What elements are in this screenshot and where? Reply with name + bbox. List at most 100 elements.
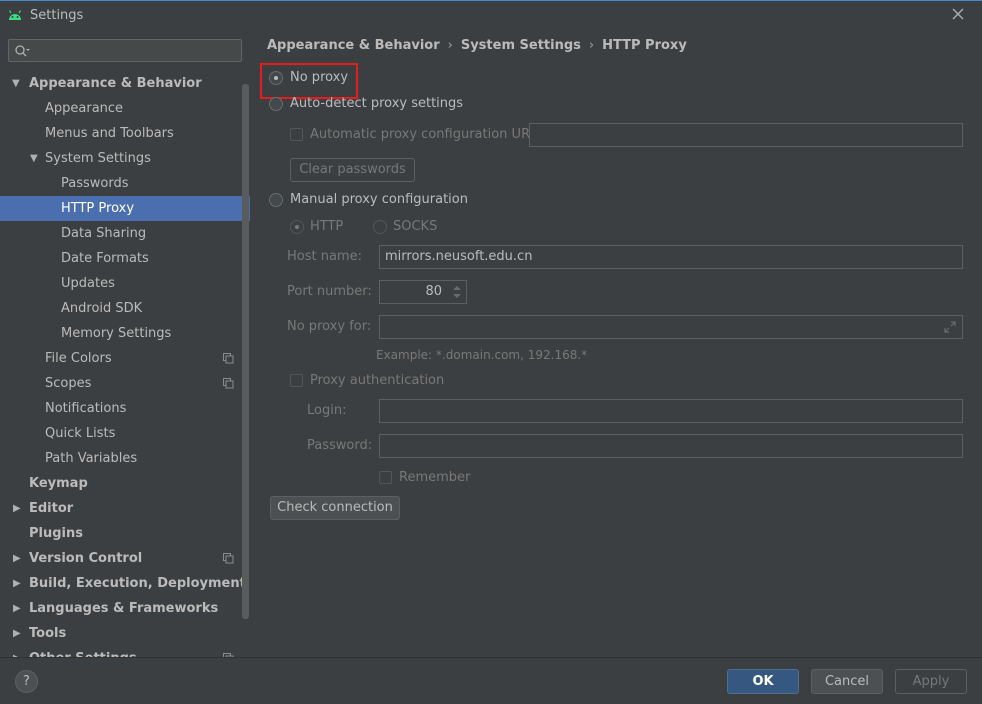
tree-item-system-settings[interactable]: ▼ System Settings bbox=[0, 146, 250, 171]
host-name-value: mirrors.neusoft.edu.cn bbox=[385, 249, 533, 264]
tree-item-label: Notifications bbox=[45, 401, 127, 416]
tree-item-file-colors[interactable]: File Colors bbox=[0, 346, 250, 371]
tree-item-label: Keymap bbox=[29, 476, 88, 491]
tree-item-scopes[interactable]: Scopes bbox=[0, 371, 250, 396]
password-field[interactable] bbox=[379, 434, 963, 458]
tree-item-appearance-behavior[interactable]: ▼ Appearance & Behavior bbox=[0, 71, 250, 96]
host-name-field[interactable]: mirrors.neusoft.edu.cn bbox=[379, 245, 963, 269]
tree-item-passwords[interactable]: Passwords bbox=[0, 171, 250, 196]
tree-item-build-execution-deployment[interactable]: ▶ Build, Execution, Deployment bbox=[0, 571, 250, 596]
no-proxy-for-field[interactable] bbox=[379, 315, 963, 339]
cancel-button[interactable]: Cancel bbox=[811, 669, 883, 694]
socks-label: SOCKS bbox=[393, 219, 438, 234]
tree-item-label: Build, Execution, Deployment bbox=[29, 576, 246, 591]
tree-item-version-control[interactable]: ▶ Version Control bbox=[0, 546, 250, 571]
tree-item-keymap[interactable]: Keymap bbox=[0, 471, 250, 496]
no-proxy-radio[interactable] bbox=[269, 71, 283, 85]
tree-item-label: Menus and Toolbars bbox=[45, 126, 174, 141]
check-connection-button[interactable]: Check connection bbox=[270, 496, 400, 520]
title-bar: Settings bbox=[0, 0, 982, 30]
sidebar-scrollbar[interactable] bbox=[242, 84, 249, 619]
clear-passwords-button[interactable]: Clear passwords bbox=[290, 158, 415, 182]
tree-item-updates[interactable]: Updates bbox=[0, 271, 250, 296]
auto-config-url-checkbox[interactable] bbox=[290, 128, 303, 141]
tree-item-label: Version Control bbox=[29, 551, 143, 566]
tree-item-label: Other Settings bbox=[29, 646, 137, 657]
no-proxy-for-label: No proxy for: bbox=[287, 319, 372, 334]
search-icon bbox=[15, 45, 30, 57]
tree-item-appearance[interactable]: Appearance bbox=[0, 96, 250, 121]
breadcrumb-item: Appearance & Behavior bbox=[267, 38, 440, 53]
tree-item-label: Scopes bbox=[45, 376, 92, 391]
tree-item-label: File Colors bbox=[45, 351, 112, 366]
tree-item-other-settings[interactable]: ▶ Other Settings bbox=[0, 646, 250, 657]
tree-item-label: Tools bbox=[29, 626, 67, 641]
apply-button[interactable]: Apply bbox=[895, 669, 967, 694]
proxy-authentication-label: Proxy authentication bbox=[310, 373, 445, 388]
breadcrumb-separator-icon: › bbox=[447, 38, 453, 53]
no-proxy-label: No proxy bbox=[290, 70, 349, 85]
expanded-arrow-icon[interactable]: ▼ bbox=[12, 71, 24, 96]
tree-item-quick-lists[interactable]: Quick Lists bbox=[0, 421, 250, 446]
close-icon[interactable] bbox=[950, 6, 966, 22]
window-title: Settings bbox=[30, 8, 84, 23]
tree-item-editor[interactable]: ▶ Editor bbox=[0, 496, 250, 521]
login-label: Login: bbox=[307, 403, 347, 418]
project-level-icon bbox=[223, 378, 234, 389]
auto-detect-label: Auto-detect proxy settings bbox=[290, 96, 464, 111]
tree-item-data-sharing[interactable]: Data Sharing bbox=[0, 221, 250, 246]
tree-item-label: Android SDK bbox=[61, 301, 143, 316]
tree-item-tools[interactable]: ▶ Tools bbox=[0, 621, 250, 646]
search-input[interactable] bbox=[8, 39, 242, 62]
socks-radio[interactable] bbox=[373, 220, 387, 234]
tree-item-notifications[interactable]: Notifications bbox=[0, 396, 250, 421]
tree-item-android-sdk[interactable]: Android SDK bbox=[0, 296, 250, 321]
breadcrumb-item: System Settings bbox=[460, 38, 581, 53]
dialog-footer: ? OK Cancel Apply bbox=[0, 657, 982, 704]
remember-checkbox[interactable] bbox=[379, 471, 392, 484]
proxy-authentication-checkbox[interactable] bbox=[290, 374, 303, 387]
collapsed-arrow-icon[interactable]: ▶ bbox=[13, 571, 25, 596]
manual-proxy-radio[interactable] bbox=[269, 193, 283, 207]
port-number-stepper[interactable]: 80 bbox=[379, 280, 467, 304]
collapsed-arrow-icon[interactable]: ▶ bbox=[13, 546, 25, 571]
tree-item-date-formats[interactable]: Date Formats bbox=[0, 246, 250, 271]
password-label: Password: bbox=[307, 438, 373, 453]
tree-item-languages-frameworks[interactable]: ▶ Languages & Frameworks bbox=[0, 596, 250, 621]
tree-item-label: Quick Lists bbox=[45, 426, 116, 441]
collapsed-arrow-icon[interactable]: ▶ bbox=[13, 596, 25, 621]
tree-item-label: Updates bbox=[61, 276, 115, 291]
collapsed-arrow-icon[interactable]: ▶ bbox=[13, 646, 25, 657]
expand-icon[interactable] bbox=[944, 321, 956, 333]
tree-item-label: Languages & Frameworks bbox=[29, 601, 219, 616]
spinner-arrows-icon[interactable] bbox=[452, 284, 462, 300]
http-radio[interactable] bbox=[290, 220, 304, 234]
auto-config-url-label: Automatic proxy configuration URL: bbox=[310, 127, 542, 142]
tree-item-path-variables[interactable]: Path Variables bbox=[0, 446, 250, 471]
breadcrumb: Appearance & Behavior › System Settings › HT… bbox=[267, 38, 687, 53]
http-label: HTTP bbox=[310, 219, 344, 234]
tree-item-label: Appearance bbox=[45, 101, 124, 116]
tree-item-label: Memory Settings bbox=[61, 326, 172, 341]
tree-item-label: HTTP Proxy bbox=[61, 201, 135, 216]
login-field[interactable] bbox=[379, 399, 963, 423]
collapsed-arrow-icon[interactable]: ▶ bbox=[13, 496, 25, 521]
collapsed-arrow-icon[interactable]: ▶ bbox=[13, 621, 25, 646]
settings-sidebar: ▼ Appearance & Behavior Appearance Menus… bbox=[0, 30, 250, 657]
host-name-label: Host name: bbox=[287, 249, 362, 264]
auto-config-url-field[interactable] bbox=[529, 123, 963, 147]
ok-button[interactable]: OK bbox=[727, 669, 799, 694]
tree-item-http-proxy[interactable]: HTTP Proxy bbox=[0, 196, 250, 221]
tree-item-memory-settings[interactable]: Memory Settings bbox=[0, 321, 250, 346]
tree-item-menus-toolbars[interactable]: Menus and Toolbars bbox=[0, 121, 250, 146]
expanded-arrow-icon[interactable]: ▼ bbox=[30, 146, 42, 171]
settings-tree: ▼ Appearance & Behavior Appearance Menus… bbox=[0, 71, 250, 657]
tree-item-plugins[interactable]: Plugins bbox=[0, 521, 250, 546]
help-button[interactable]: ? bbox=[15, 670, 38, 693]
project-level-icon bbox=[223, 553, 234, 564]
auto-detect-radio[interactable] bbox=[269, 97, 283, 111]
port-number-value: 80 bbox=[425, 284, 442, 299]
tree-item-label: Path Variables bbox=[45, 451, 138, 466]
project-level-icon bbox=[223, 353, 234, 364]
no-proxy-example: Example: *.domain.com, 192.168.* bbox=[376, 348, 588, 362]
